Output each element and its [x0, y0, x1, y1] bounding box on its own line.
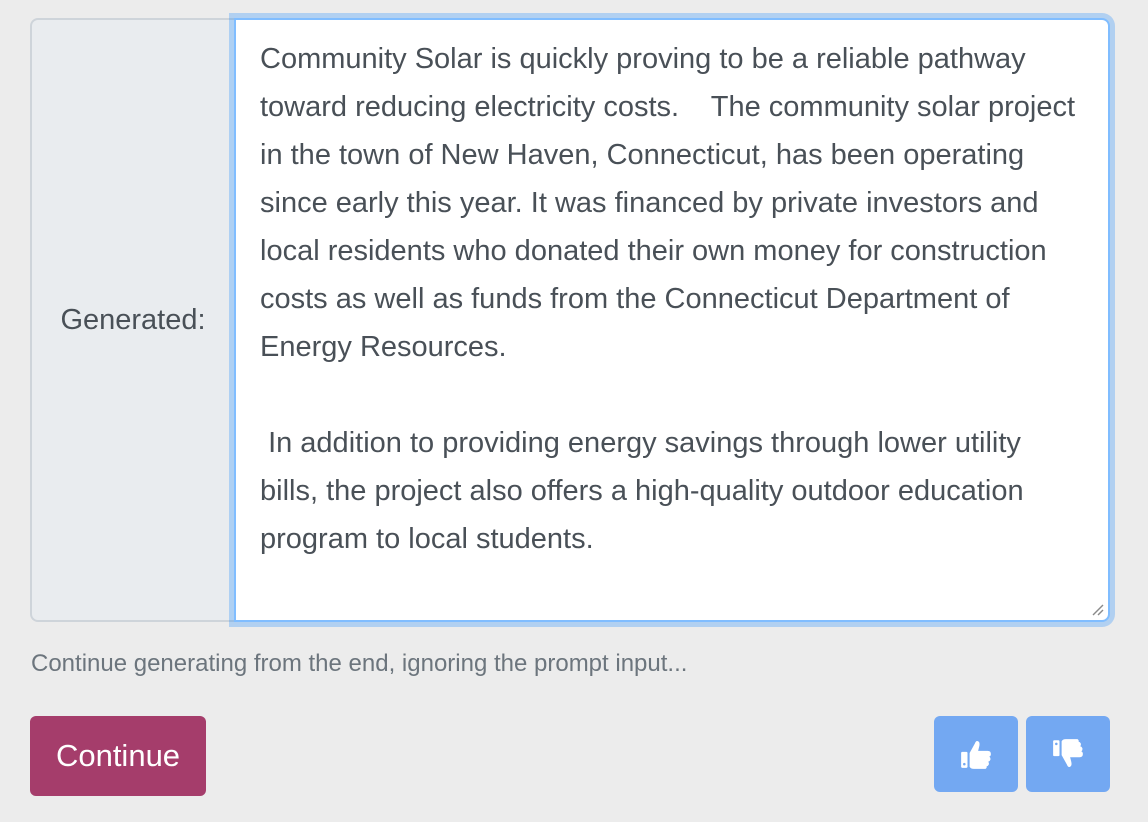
helper-text: Continue generating from the end, ignori… [31, 650, 688, 677]
generated-label: Generated: [60, 303, 206, 336]
generated-textarea[interactable]: Community Solar is quickly proving to be… [234, 18, 1110, 622]
generated-textarea-wrapper: Community Solar is quickly proving to be… [234, 18, 1110, 622]
continue-button[interactable]: Continue [30, 716, 206, 796]
thumbs-up-button[interactable] [934, 716, 1018, 792]
generated-label-addon: Generated: [30, 18, 234, 622]
thumbs-down-button[interactable] [1026, 716, 1110, 792]
resize-handle-icon[interactable] [1090, 602, 1104, 616]
thumbs-up-icon [961, 740, 991, 769]
thumbs-down-icon [1053, 739, 1083, 768]
generated-input-group: Generated: Community Solar is quickly pr… [30, 18, 1110, 622]
generation-page: Generated: Community Solar is quickly pr… [0, 0, 1148, 822]
